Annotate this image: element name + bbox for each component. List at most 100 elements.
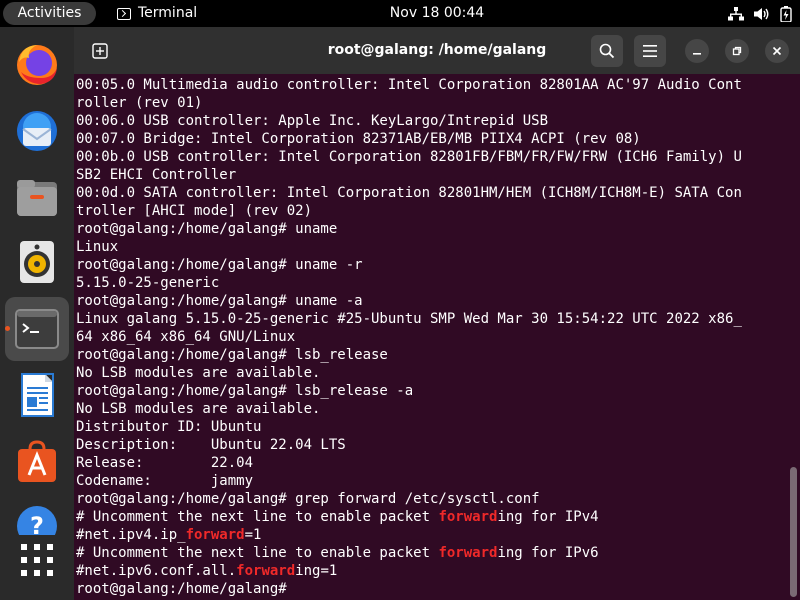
firefox-icon <box>17 45 57 85</box>
thunderbird-icon <box>17 111 57 151</box>
terminal-line: Linux galang 5.15.0-25-generic #25-Ubunt… <box>76 310 800 328</box>
rhythmbox-icon <box>20 241 54 283</box>
help-icon: ? <box>17 506 57 535</box>
terminal-text: 00:05.0 Multimedia audio controller: Int… <box>76 77 742 93</box>
terminal-line: Description: Ubuntu 22.04 LTS <box>76 436 800 454</box>
terminal-line: 5.15.0-25-generic <box>76 274 800 292</box>
terminal-text: 00:0b.0 USB controller: Intel Corporatio… <box>76 149 742 165</box>
terminal-text: # Uncomment the next line to enable pack… <box>76 509 439 525</box>
terminal-text: No LSB modules are available. <box>76 365 321 381</box>
search-icon <box>599 43 615 59</box>
terminal-text: root@galang:/home/galang# uname -a <box>76 293 363 309</box>
terminal-text: # Uncomment the next line to enable pack… <box>76 545 439 561</box>
terminal-line: 00:07.0 Bridge: Intel Corporation 82371A… <box>76 130 800 148</box>
terminal-line: Codename: jammy <box>76 472 800 490</box>
terminal-line: root@galang:/home/galang# uname -a <box>76 292 800 310</box>
terminal-text: Description: Ubuntu 22.04 LTS <box>76 437 346 453</box>
running-indicator <box>5 326 10 331</box>
terminal-line: Linux <box>76 238 800 256</box>
terminal-text: Linux <box>76 239 119 255</box>
help-launcher[interactable]: ? <box>5 495 69 535</box>
minimize-button[interactable] <box>685 39 709 63</box>
terminal-line: root@galang:/home/galang# lsb_release -a <box>76 382 800 400</box>
terminal-text: Distributor ID: Ubuntu <box>76 419 262 435</box>
terminal-line: troller [AHCI mode] (rev 02) <box>76 202 800 220</box>
app-center-launcher[interactable] <box>5 429 69 493</box>
terminal-line: #net.ipv6.conf.all.forwarding=1 <box>76 562 800 580</box>
rhythmbox-launcher[interactable] <box>5 230 69 294</box>
scrollbar[interactable] <box>790 467 797 597</box>
terminal-text: ing for IPv4 <box>497 509 599 525</box>
terminal-launcher[interactable] <box>5 297 69 361</box>
terminal-text: Codename: jammy <box>76 473 254 489</box>
terminal-line: Release: 22.04 <box>76 454 800 472</box>
libreoffice-writer-icon <box>21 373 54 417</box>
terminal-text: #net.ipv4.ip_ <box>76 527 186 543</box>
show-apps-button[interactable] <box>5 544 69 576</box>
terminal-line: root@galang:/home/galang# lsb_release <box>76 346 800 364</box>
svg-text:?: ? <box>30 512 44 535</box>
terminal-line: # Uncomment the next line to enable pack… <box>76 508 800 526</box>
terminal-line: root@galang:/home/galang# uname <box>76 220 800 238</box>
terminal-text: roller (rev 01) <box>76 95 203 111</box>
terminal-line: root@galang:/home/galang# grep forward /… <box>76 490 800 508</box>
match-highlight: forward <box>438 509 498 525</box>
menu-button[interactable] <box>634 35 666 67</box>
terminal-text: No LSB modules are available. <box>76 401 321 417</box>
terminal-text: Release: 22.04 <box>76 455 254 471</box>
restore-icon <box>732 46 742 56</box>
terminal-text: root@galang:/home/galang# lsb_release -a <box>76 383 414 399</box>
volume-icon <box>754 7 769 20</box>
dock: ? <box>0 27 74 600</box>
terminal-line: SB2 EHCI Controller <box>76 166 800 184</box>
terminal-line: Distributor ID: Ubuntu <box>76 418 800 436</box>
match-highlight: forward <box>185 527 245 543</box>
terminal-text: 00:07.0 Bridge: Intel Corporation 82371A… <box>76 131 641 147</box>
terminal-line: No LSB modules are available. <box>76 400 800 418</box>
terminal-text: Linux galang 5.15.0-25-generic #25-Ubunt… <box>76 311 742 327</box>
terminal-text: 5.15.0-25-generic <box>76 275 220 291</box>
terminal-text: troller [AHCI mode] (rev 02) <box>76 203 313 219</box>
terminal-line: roller (rev 01) <box>76 94 800 112</box>
close-button[interactable] <box>765 39 789 63</box>
top-bar: Activities Terminal Nov 18 00:44 <box>0 0 800 27</box>
close-icon <box>772 46 782 56</box>
terminal-text: ing=1 <box>295 563 338 579</box>
thunderbird-launcher[interactable] <box>5 98 69 162</box>
terminal-line: No LSB modules are available. <box>76 364 800 382</box>
network-icon <box>728 6 744 20</box>
terminal-line: 00:0b.0 USB controller: Intel Corporatio… <box>76 148 800 166</box>
terminal-output[interactable]: 00:05.0 Multimedia audio controller: Int… <box>74 74 800 600</box>
files-icon <box>17 180 57 216</box>
firefox-launcher[interactable] <box>5 32 69 96</box>
terminal-text: ing for IPv6 <box>497 545 599 561</box>
terminal-line: 00:06.0 USB controller: Apple Inc. KeyLa… <box>76 112 800 130</box>
terminal-line: 00:0d.0 SATA controller: Intel Corporati… <box>76 184 800 202</box>
terminal-line: 00:05.0 Multimedia audio controller: Int… <box>76 76 800 94</box>
terminal-icon <box>15 309 59 349</box>
terminal-line: root@galang:/home/galang# uname -r <box>76 256 800 274</box>
minimize-icon <box>693 53 701 55</box>
terminal-text: #net.ipv6.conf.all. <box>76 563 237 579</box>
system-tray[interactable] <box>728 0 792 27</box>
terminal-line: 64 x86_64 x86_64 GNU/Linux <box>76 328 800 346</box>
terminal-text: 64 x86_64 x86_64 GNU/Linux <box>76 329 296 345</box>
terminal-text: root@galang:/home/galang# uname <box>76 221 338 237</box>
terminal-text: 00:06.0 USB controller: Apple Inc. KeyLa… <box>76 113 549 129</box>
match-highlight: forward <box>236 563 296 579</box>
search-button[interactable] <box>591 35 623 67</box>
show-apps-icon <box>21 544 53 576</box>
writer-launcher[interactable] <box>5 363 69 427</box>
hamburger-icon <box>643 45 657 57</box>
files-launcher[interactable] <box>5 165 69 229</box>
app-center-icon <box>18 440 56 482</box>
clock[interactable]: Nov 18 00:44 <box>0 0 800 27</box>
battery-icon <box>780 5 792 22</box>
maximize-button[interactable] <box>725 39 749 63</box>
terminal-text: root@galang:/home/galang# uname -r <box>76 257 363 273</box>
terminal-line: #net.ipv4.ip_forward=1 <box>76 526 800 544</box>
terminal-text: =1 <box>244 527 262 543</box>
terminal-line: root@galang:/home/galang# <box>76 580 800 598</box>
terminal-window: root@galang: /home/galang 00:05.0 Multim… <box>74 27 800 600</box>
terminal-text: root@galang:/home/galang# lsb_release <box>76 347 388 363</box>
